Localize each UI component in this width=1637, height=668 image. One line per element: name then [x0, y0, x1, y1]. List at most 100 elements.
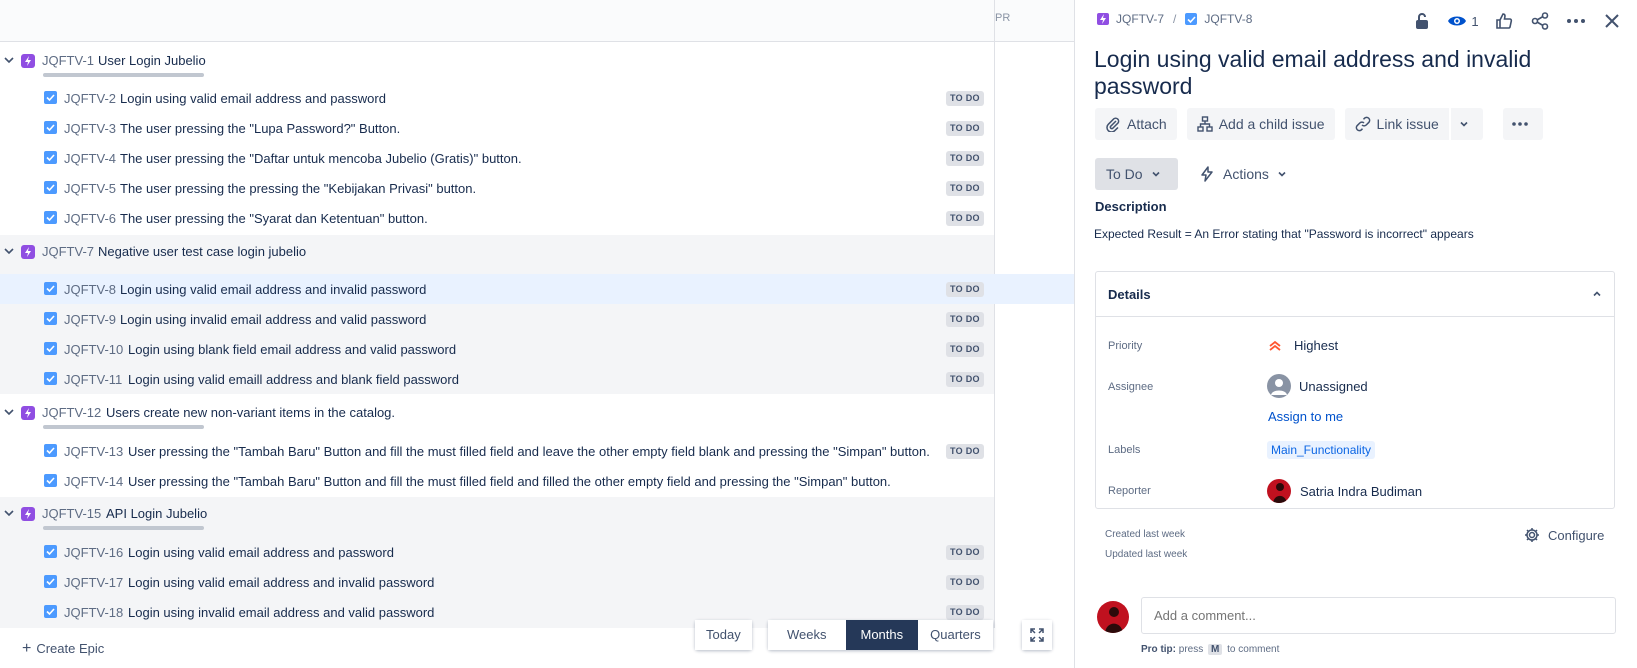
close-icon[interactable] [1597, 10, 1627, 32]
scale-months-button[interactable]: Months [845, 620, 919, 650]
hierarchy-icon [1197, 116, 1213, 132]
epic-title[interactable]: User Login Jubelio [98, 53, 206, 68]
task-title[interactable]: Login using blank field email address an… [128, 342, 456, 357]
reporter-field[interactable]: Satria Indra Budiman [1267, 479, 1422, 503]
task-title[interactable]: User pressing the "Tambah Baru" Button a… [128, 474, 891, 489]
task-row[interactable]: JQFTV-14 User pressing the "Tambah Baru"… [0, 466, 1074, 496]
epic-title[interactable]: Users create new non-variant items in th… [106, 405, 395, 420]
task-key[interactable]: JQFTV-18 [64, 605, 123, 620]
priority-field[interactable]: Highest [1267, 338, 1338, 353]
label-chip[interactable]: Main_Functionality [1267, 441, 1376, 459]
task-key[interactable]: JQFTV-8 [64, 282, 116, 297]
task-row[interactable]: JQFTV-11 Login using valid emaill addres… [0, 364, 1074, 394]
task-row[interactable]: JQFTV-13 User pressing the "Tambah Baru"… [0, 436, 1074, 466]
pro-tip-prefix: Pro tip: [1141, 644, 1176, 655]
task-key[interactable]: JQFTV-16 [64, 545, 123, 560]
task-title[interactable]: User pressing the "Tambah Baru" Button a… [128, 444, 930, 459]
status-badge: TO DO [946, 444, 984, 459]
task-key[interactable]: JQFTV-14 [64, 474, 123, 489]
watch-button[interactable]: 1 [1443, 10, 1483, 32]
task-key[interactable]: JQFTV-2 [64, 91, 116, 106]
create-epic-button[interactable]: + Create Epic [22, 640, 104, 658]
epic-title[interactable]: Negative user test case login jubelio [98, 244, 306, 259]
epic-title[interactable]: API Login Jubelio [106, 506, 207, 521]
issue-header-actions: 1 [1401, 10, 1627, 32]
scale-quarters-button[interactable]: Quarters [918, 620, 993, 650]
chevron-down-icon [1278, 171, 1286, 177]
task-row-selected[interactable]: JQFTV-8 Login using valid email address … [0, 274, 1074, 304]
pro-tip-middle: press [1178, 644, 1204, 655]
task-key[interactable]: JQFTV-17 [64, 575, 123, 590]
epic-row[interactable]: JQFTV-15 API Login Jubelio [0, 499, 994, 530]
more-icon[interactable] [1561, 10, 1591, 32]
task-key[interactable]: JQFTV-13 [64, 444, 123, 459]
epic-row[interactable]: JQFTV-7 Negative user test case login ju… [0, 237, 994, 267]
share-icon[interactable] [1525, 10, 1555, 32]
task-row[interactable]: JQFTV-10 Login using blank field email a… [0, 334, 1074, 364]
task-title[interactable]: Login using invalid email address and va… [128, 605, 434, 620]
task-title[interactable]: Login using valid email address and inva… [120, 282, 426, 297]
labels-field[interactable]: Main_Functionality [1267, 441, 1376, 459]
task-title[interactable]: Login using valid email address and pass… [120, 91, 386, 106]
task-title[interactable]: The user pressing the pressing the "Kebi… [120, 181, 476, 196]
chevron-down-icon[interactable] [4, 508, 14, 518]
breadcrumb-parent-link[interactable]: JQFTV-7 [1116, 12, 1164, 26]
lock-icon[interactable] [1407, 10, 1437, 32]
task-title[interactable]: The user pressing the "Daftar untuk menc… [120, 151, 522, 166]
scale-weeks-button[interactable]: Weeks [768, 620, 846, 650]
task-row[interactable]: JQFTV-17 Login using valid email address… [0, 567, 1074, 597]
comment-input[interactable] [1141, 597, 1616, 634]
add-child-issue-button[interactable]: Add a child issue [1186, 108, 1335, 140]
epic-key[interactable]: JQFTV-12 [42, 405, 101, 420]
task-title[interactable]: Login using valid email address and pass… [128, 545, 394, 560]
assignee-field[interactable]: Unassigned [1267, 374, 1368, 398]
task-row[interactable]: JQFTV-16 Login using valid email address… [0, 537, 1074, 567]
task-key[interactable]: JQFTV-4 [64, 151, 116, 166]
task-key[interactable]: JQFTV-11 [64, 372, 122, 387]
issue-title[interactable]: Login using valid email address and inva… [1094, 46, 1614, 100]
task-title[interactable]: The user pressing the "Lupa Password?" B… [120, 121, 400, 136]
chevron-down-icon[interactable] [4, 407, 14, 417]
details-header[interactable]: Details [1096, 272, 1614, 317]
task-row[interactable]: JQFTV-4 The user pressing the "Daftar un… [0, 143, 1074, 173]
task-row[interactable]: JQFTV-6 The user pressing the "Syarat da… [0, 203, 1074, 233]
task-title[interactable]: Login using valid emaill address and bla… [128, 372, 459, 387]
thumbs-up-icon[interactable] [1489, 10, 1519, 32]
breadcrumb-current-link[interactable]: JQFTV-8 [1204, 12, 1252, 26]
task-key[interactable]: JQFTV-9 [64, 312, 116, 327]
epic-key[interactable]: JQFTV-15 [42, 506, 101, 521]
link-issue-dropdown[interactable] [1450, 108, 1483, 140]
actions-dropdown[interactable]: Actions [1200, 158, 1296, 190]
chevron-down-icon[interactable] [4, 246, 14, 256]
link-issue-button[interactable]: Link issue [1344, 108, 1449, 140]
epic-key[interactable]: JQFTV-7 [42, 244, 94, 259]
today-button[interactable]: Today [695, 620, 752, 650]
configure-button[interactable]: Configure [1524, 527, 1604, 543]
epic-row[interactable]: JQFTV-1 User Login Jubelio [0, 46, 994, 77]
epic-row[interactable]: JQFTV-12 Users create new non-variant it… [0, 398, 994, 429]
task-key[interactable]: JQFTV-5 [64, 181, 116, 196]
chevron-up-icon[interactable] [1592, 289, 1602, 299]
task-key[interactable]: JQFTV-6 [64, 211, 116, 226]
task-row[interactable]: JQFTV-2 Login using valid email address … [0, 83, 1074, 113]
task-icon [1185, 13, 1198, 25]
eye-icon [1448, 16, 1467, 26]
toolbar-more-button[interactable] [1502, 108, 1543, 140]
reporter-value: Satria Indra Budiman [1300, 483, 1423, 499]
epic-key[interactable]: JQFTV-1 [42, 53, 94, 68]
chevron-down-icon[interactable] [4, 55, 14, 65]
epic-progress-bar [43, 425, 204, 429]
task-row[interactable]: JQFTV-9 Login using invalid email addres… [0, 304, 1074, 334]
task-key[interactable]: JQFTV-10 [64, 342, 123, 357]
task-title[interactable]: Login using invalid email address and va… [120, 312, 426, 327]
task-title[interactable]: Login using valid email address and inva… [128, 575, 434, 590]
attach-button[interactable]: Attach [1095, 108, 1177, 140]
description-text[interactable]: Expected Result = An Error stating that … [1094, 227, 1474, 241]
assign-to-me-link[interactable]: Assign to me [1268, 409, 1343, 424]
task-key[interactable]: JQFTV-3 [64, 121, 116, 136]
task-title[interactable]: The user pressing the "Syarat dan Ketent… [120, 211, 428, 226]
expand-icon[interactable] [1022, 620, 1052, 650]
task-row[interactable]: JQFTV-3 The user pressing the "Lupa Pass… [0, 113, 1074, 143]
status-dropdown[interactable]: To Do [1095, 158, 1178, 190]
task-row[interactable]: JQFTV-5 The user pressing the pressing t… [0, 173, 1074, 203]
